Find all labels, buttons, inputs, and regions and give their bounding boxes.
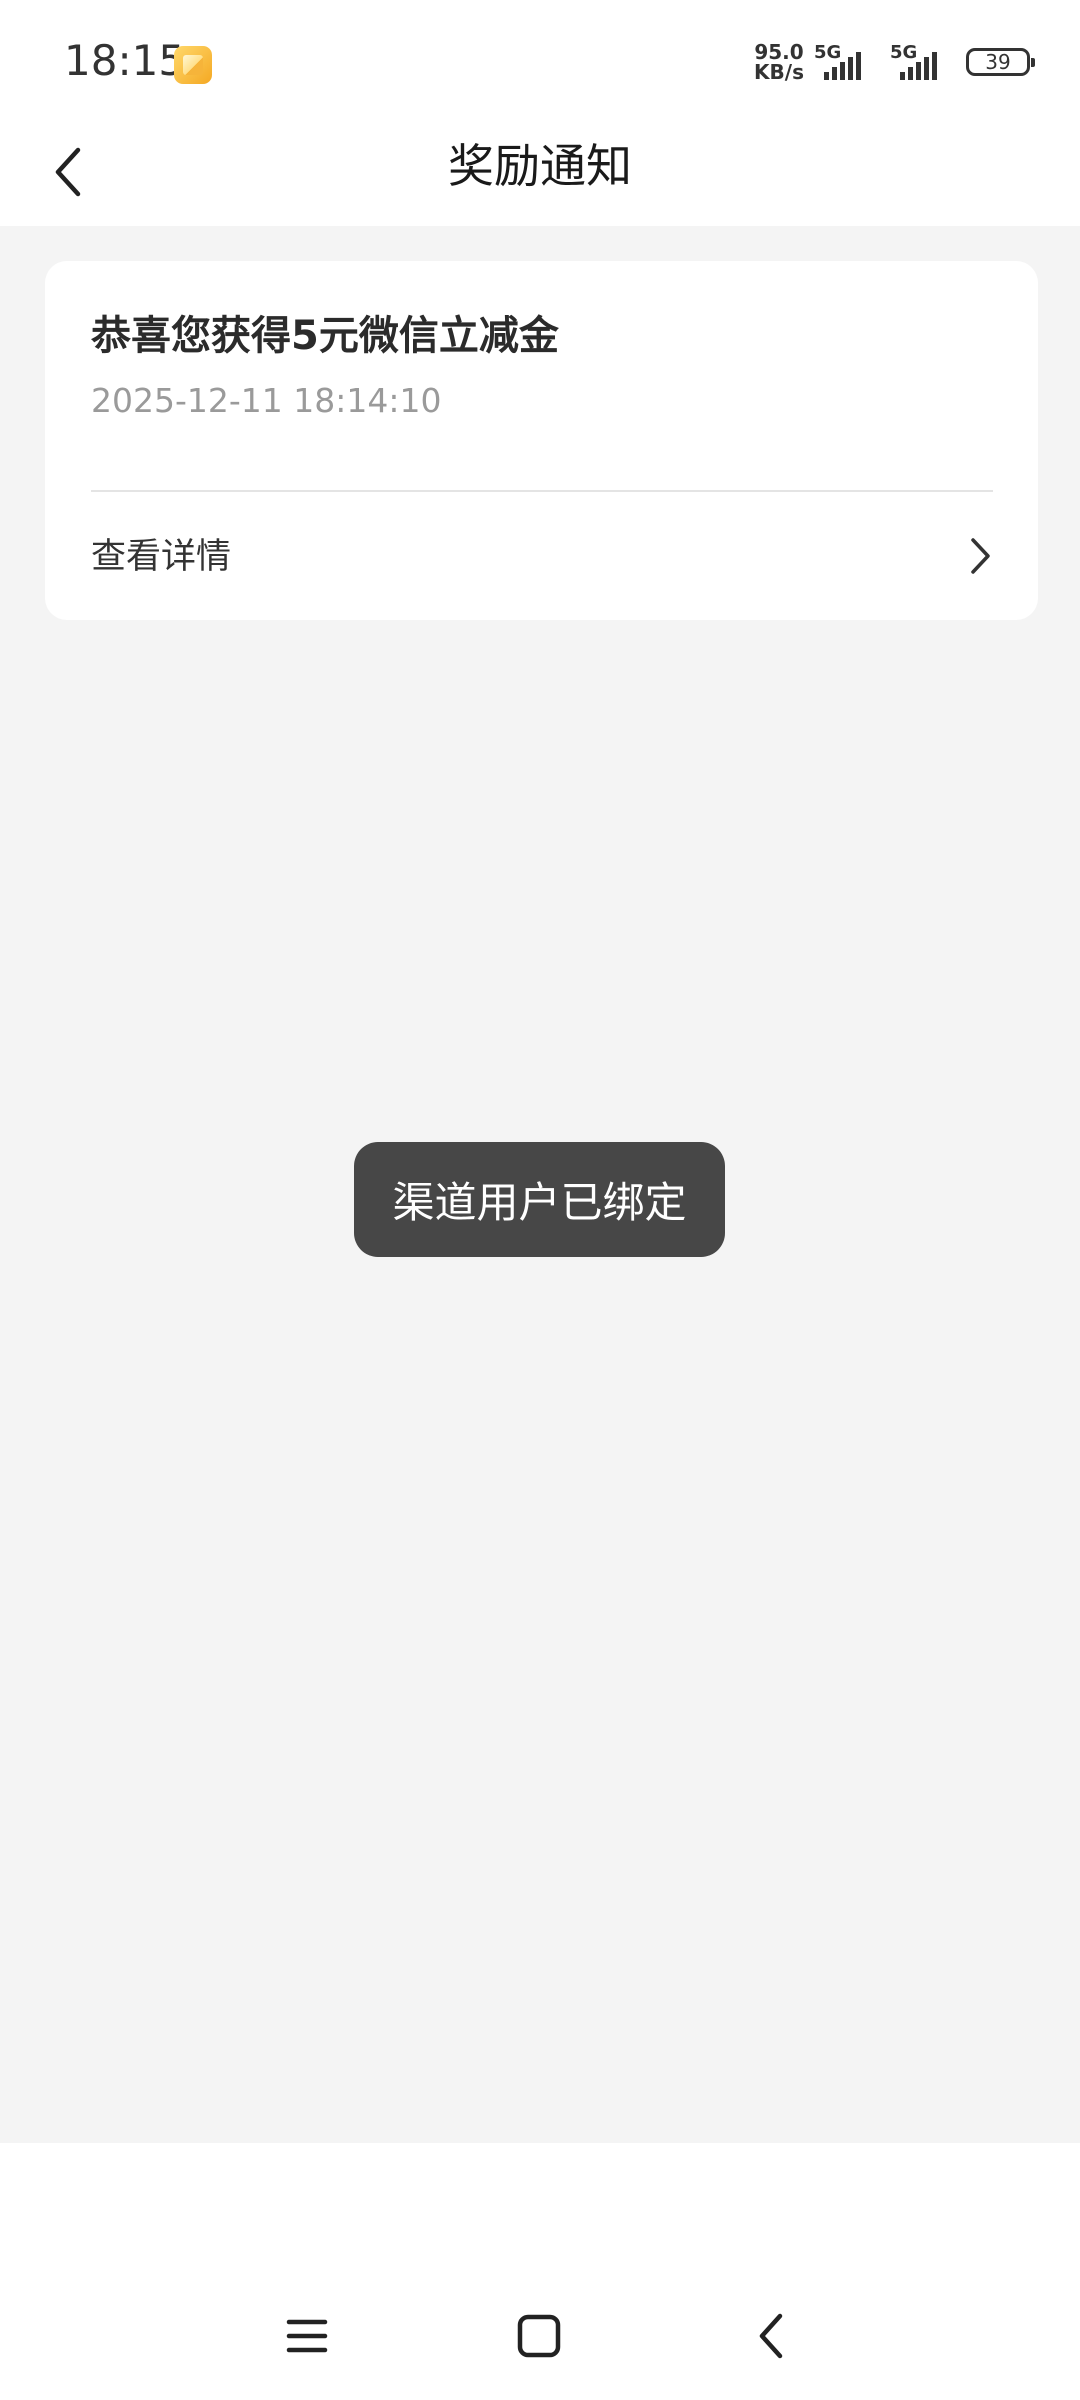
title-bar: 奖励通知 [0, 118, 1080, 226]
signal-sim2-icon: 5G [890, 42, 956, 82]
network-speed: 95.0 KB/s [754, 42, 804, 82]
recent-apps-button[interactable] [262, 2291, 352, 2381]
view-details-label: 查看详情 [91, 537, 232, 577]
page-title: 奖励通知 [448, 139, 632, 193]
network-speed-unit: KB/s [754, 60, 804, 84]
network-speed-value: 95.0 [754, 40, 804, 64]
chevron-left-icon [55, 147, 81, 197]
toast-text: 渠道用户已绑定 [392, 1178, 687, 1227]
system-nav-bar [0, 2143, 1080, 2400]
menu-icon [286, 2319, 328, 2353]
notification-timestamp: 2025-12-11 18:14:10 [91, 381, 442, 420]
notes-app-icon [174, 46, 212, 84]
battery-level: 39 [985, 50, 1011, 74]
battery-icon: 39 [966, 48, 1035, 76]
toast-message: 渠道用户已绑定 [354, 1142, 725, 1257]
chevron-right-icon [958, 534, 1002, 578]
status-icons: 95.0 KB/s 5G 5G 39 [754, 40, 1035, 84]
home-button[interactable] [494, 2291, 584, 2381]
view-details-button[interactable]: 查看详情 [45, 492, 1038, 620]
back-button[interactable] [30, 134, 106, 210]
home-square-icon [517, 2314, 561, 2358]
back-triangle-icon [759, 2313, 783, 2359]
notification-title: 恭喜您获得5元微信立减金 [91, 313, 559, 359]
signal-sim1-icon: 5G [814, 42, 880, 82]
system-back-button[interactable] [726, 2291, 816, 2381]
reward-notification-card: 恭喜您获得5元微信立减金 2025-12-11 18:14:10 查看详情 [45, 261, 1038, 620]
status-time: 18:15 [64, 36, 186, 85]
status-bar: 18:15 95.0 KB/s 5G 5G 39 [0, 0, 1080, 118]
